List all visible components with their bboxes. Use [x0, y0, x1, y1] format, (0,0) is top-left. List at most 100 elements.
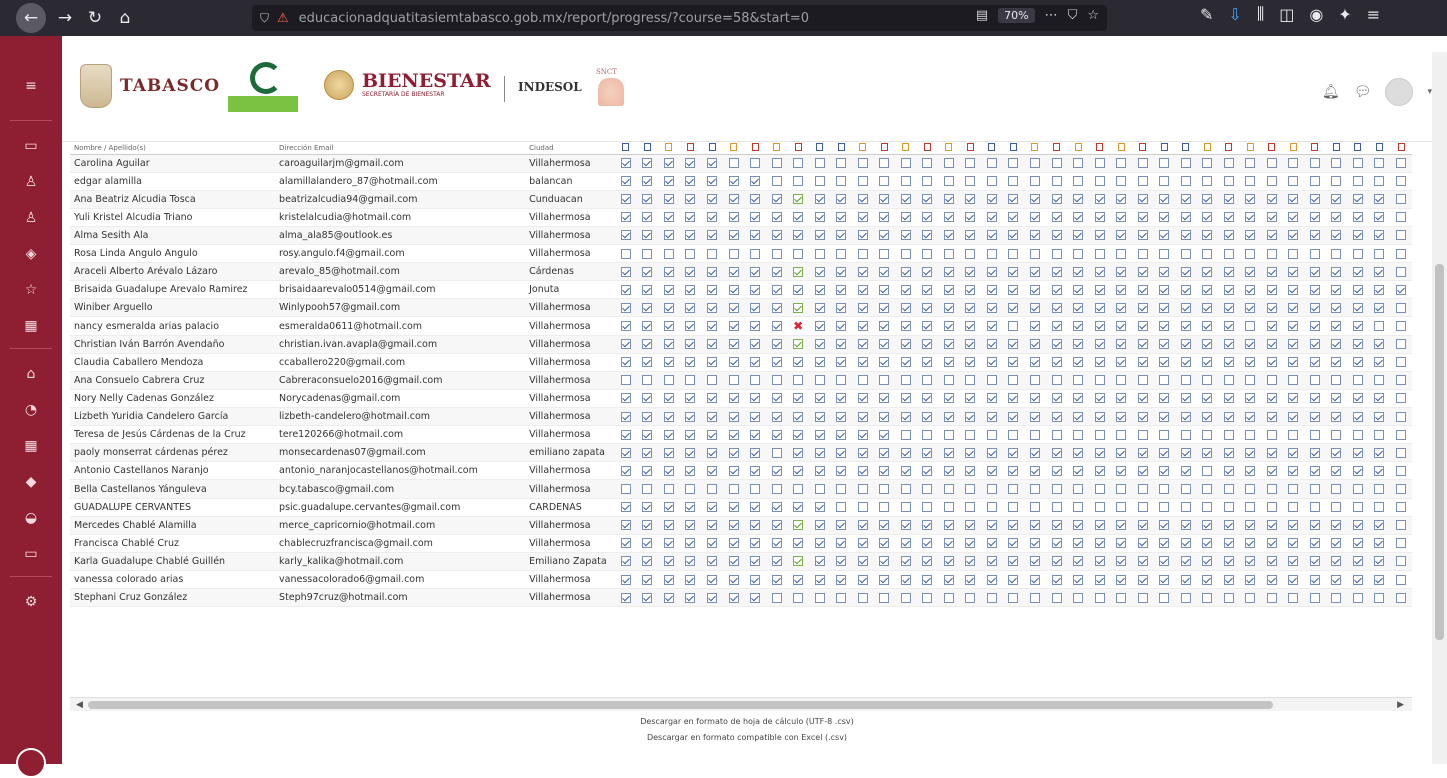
completed-checkbox-icon[interactable]: [1374, 520, 1385, 531]
completed-checkbox-icon[interactable]: [1116, 465, 1127, 476]
completed-checkbox-icon[interactable]: [943, 556, 954, 567]
completed-checkbox-icon[interactable]: [750, 302, 761, 313]
incomplete-checkbox-icon[interactable]: [922, 429, 933, 440]
incomplete-checkbox-icon[interactable]: [879, 592, 890, 603]
completed-checkbox-icon[interactable]: [793, 502, 804, 513]
incomplete-checkbox-icon[interactable]: [836, 375, 847, 386]
completed-checkbox-icon[interactable]: [836, 447, 847, 458]
completed-checkbox-icon[interactable]: [728, 176, 739, 187]
completed-checkbox-icon[interactable]: [857, 411, 868, 422]
completed-checkbox-icon[interactable]: [965, 574, 976, 585]
incomplete-checkbox-icon[interactable]: [986, 592, 997, 603]
incomplete-checkbox-icon[interactable]: [1396, 212, 1407, 223]
completed-checkbox-icon[interactable]: [685, 176, 696, 187]
incomplete-checkbox-icon[interactable]: [1223, 502, 1234, 513]
incomplete-checkbox-icon[interactable]: [1137, 429, 1148, 440]
activity-chk-icon[interactable]: [1325, 142, 1348, 155]
back-arrow-icon[interactable]: ←: [16, 3, 46, 33]
completed-checkbox-icon[interactable]: [879, 574, 890, 585]
incomplete-checkbox-icon[interactable]: [1309, 484, 1320, 495]
completed-checkbox-icon[interactable]: [1137, 411, 1148, 422]
incomplete-checkbox-icon[interactable]: [685, 484, 696, 495]
notifications-bell-icon[interactable]: 🔔︎: [1322, 84, 1340, 100]
incomplete-checkbox-icon[interactable]: [1051, 502, 1062, 513]
completed-checkbox-icon[interactable]: [1051, 284, 1062, 295]
cell-name[interactable]: vanessa colorado arias: [70, 570, 276, 590]
completed-checkbox-icon[interactable]: [1202, 284, 1213, 295]
completed-checkbox-icon[interactable]: [836, 465, 847, 476]
completed-checkbox-icon[interactable]: [1223, 194, 1234, 205]
activity-chk-icon[interactable]: [1153, 142, 1175, 155]
incomplete-checkbox-icon[interactable]: [1159, 592, 1170, 603]
completed-checkbox-icon[interactable]: [1202, 321, 1213, 332]
reload-icon[interactable]: ↻: [80, 4, 110, 32]
completed-checkbox-icon[interactable]: [1288, 447, 1299, 458]
completed-checkbox-icon[interactable]: [663, 411, 674, 422]
extension-gift-icon[interactable]: ✦: [1338, 5, 1351, 24]
incomplete-checkbox-icon[interactable]: [1245, 321, 1256, 332]
completed-checkbox-icon[interactable]: [1180, 339, 1191, 350]
incomplete-checkbox-icon[interactable]: [1008, 321, 1019, 332]
completed-checkbox-icon[interactable]: [1352, 339, 1363, 350]
completed-checkbox-icon[interactable]: [707, 465, 718, 476]
cell-name[interactable]: GUADALUPE CERVANTES: [70, 498, 276, 517]
completed-checkbox-icon[interactable]: [1051, 465, 1062, 476]
incomplete-checkbox-icon[interactable]: [1396, 321, 1407, 332]
completed-checkbox-icon[interactable]: [685, 520, 696, 531]
incomplete-checkbox-icon[interactable]: [1116, 484, 1127, 495]
column-header[interactable]: Ciudad: [525, 142, 616, 155]
completed-checkbox-icon[interactable]: [836, 230, 847, 241]
completed-checkbox-icon[interactable]: [728, 302, 739, 313]
completed-checkbox-icon[interactable]: [900, 266, 911, 277]
completed-checkbox-icon[interactable]: [1309, 266, 1320, 277]
completed-checkbox-icon[interactable]: [1309, 465, 1320, 476]
completed-checkbox-icon[interactable]: [1331, 302, 1342, 313]
completed-checkbox-icon[interactable]: [1008, 411, 1019, 422]
download-csv-utf8-link[interactable]: Descargar en formato de hoja de cálculo …: [62, 714, 1432, 730]
incomplete-checkbox-icon[interactable]: [1396, 556, 1407, 567]
incomplete-checkbox-icon[interactable]: [1352, 592, 1363, 603]
completed-checkbox-icon[interactable]: [965, 465, 976, 476]
incomplete-checkbox-icon[interactable]: [879, 158, 890, 169]
completed-checkbox-icon[interactable]: [1073, 520, 1084, 531]
library-icon[interactable]: ⫼: [1257, 4, 1264, 24]
activity-chk-icon[interactable]: [1347, 142, 1369, 155]
completed-checkbox-icon[interactable]: [1180, 266, 1191, 277]
completed-checkbox-icon[interactable]: [1266, 574, 1277, 585]
completed-checkbox-icon[interactable]: [1094, 520, 1105, 531]
incomplete-checkbox-icon[interactable]: [1051, 248, 1062, 259]
completed-checkbox-icon[interactable]: [728, 538, 739, 549]
completed-checkbox-icon[interactable]: [879, 447, 890, 458]
completed-checkbox-icon[interactable]: [1137, 212, 1148, 223]
completed-checkbox-icon[interactable]: [1374, 574, 1385, 585]
completed-checkbox-icon[interactable]: [857, 447, 868, 458]
completed-checkbox-icon[interactable]: [642, 574, 653, 585]
grades-icon[interactable]: ▦: [0, 314, 62, 338]
incomplete-checkbox-icon[interactable]: [1073, 176, 1084, 187]
completed-checkbox-icon[interactable]: [836, 194, 847, 205]
completed-checkbox-icon[interactable]: [620, 212, 631, 223]
completed-checkbox-icon[interactable]: [1180, 411, 1191, 422]
completed-checkbox-icon[interactable]: [1331, 212, 1342, 223]
completed-checkbox-icon[interactable]: [943, 357, 954, 368]
activity-chk-icon[interactable]: [636, 142, 659, 155]
completed-checkbox-icon[interactable]: [1008, 357, 1019, 368]
incomplete-checkbox-icon[interactable]: [900, 502, 911, 513]
incomplete-checkbox-icon[interactable]: [620, 248, 631, 259]
completed-checkbox-icon[interactable]: [1029, 538, 1040, 549]
completed-checkbox-icon[interactable]: [1051, 574, 1062, 585]
completed-checkbox-icon[interactable]: [728, 266, 739, 277]
completed-checkbox-icon[interactable]: [1223, 538, 1234, 549]
incomplete-checkbox-icon[interactable]: [1073, 375, 1084, 386]
cell-name[interactable]: Yuli Kristel Alcudia Triano: [70, 208, 276, 227]
incomplete-checkbox-icon[interactable]: [1180, 176, 1191, 187]
incomplete-checkbox-icon[interactable]: [1374, 592, 1385, 603]
incomplete-checkbox-icon[interactable]: [857, 502, 868, 513]
completed-checkbox-icon[interactable]: [965, 538, 976, 549]
completed-checkbox-icon[interactable]: [1266, 266, 1277, 277]
completed-checkbox-icon[interactable]: [1094, 212, 1105, 223]
completed-checkbox-icon[interactable]: [685, 556, 696, 567]
incomplete-checkbox-icon[interactable]: [857, 158, 868, 169]
cell-name[interactable]: Stephani Cruz González: [70, 588, 276, 608]
activity-chk-icon[interactable]: [701, 142, 723, 155]
